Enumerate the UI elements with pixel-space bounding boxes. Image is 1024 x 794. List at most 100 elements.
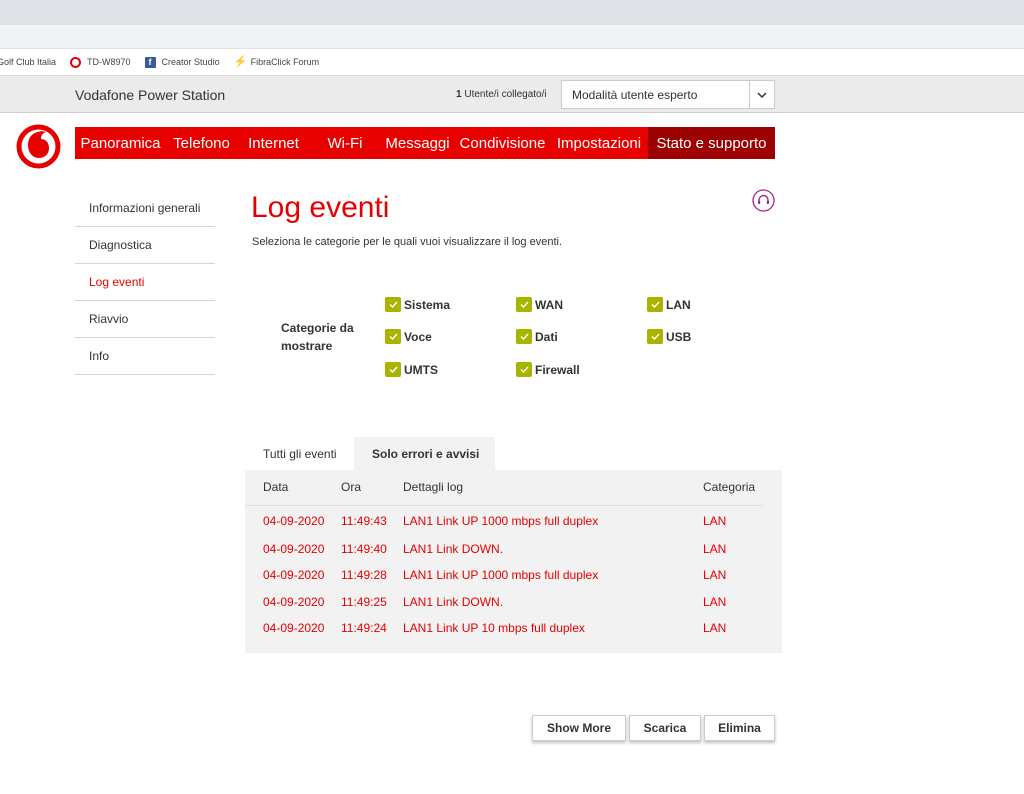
checkbox-wan[interactable]: WAN [516, 297, 563, 312]
bookmark-label: Creator Studio [161, 57, 220, 67]
cell-date: 04-09-2020 [263, 595, 325, 609]
show-more-button[interactable]: Show More [532, 715, 626, 741]
nav-internet[interactable]: Internet [237, 127, 310, 159]
browser-tab-strip [0, 0, 1024, 25]
nav-impostazioni[interactable]: Impostazioni [550, 127, 648, 159]
brand-title: Vodafone Power Station [75, 87, 226, 103]
checkbox-umts[interactable]: UMTS [385, 362, 438, 377]
page-title: Log eventi [251, 191, 390, 224]
users-count: 1 [456, 89, 462, 100]
checkbox-label: Sistema [404, 297, 451, 312]
cell-details: LAN1 Link DOWN. [403, 542, 504, 556]
main-nav: Panoramica Telefono Internet Wi-Fi Messa… [75, 127, 775, 159]
sidebar-item-riavvio[interactable]: Riavvio [75, 301, 215, 338]
bolt-icon: ⚡ [233, 55, 248, 68]
checkmark-icon[interactable] [647, 297, 663, 312]
checkmark-icon[interactable] [516, 362, 532, 377]
support-headset-icon[interactable] [752, 189, 775, 212]
table-row: 04-09-2020 11:49:24 LAN1 Link UP 10 mbps… [245, 621, 782, 641]
mode-select[interactable]: Modalità utente esperto [561, 80, 775, 109]
column-header-time[interactable]: Ora [341, 480, 361, 494]
checkbox-sistema[interactable]: Sistema [385, 297, 450, 312]
sidebar: Informazioni generali Diagnostica Log ev… [75, 190, 215, 375]
table-row: 04-09-2020 11:49:25 LAN1 Link DOWN. LAN [245, 595, 782, 615]
vodafone-logo[interactable] [16, 124, 61, 169]
mode-select-value: Modalità utente esperto [572, 87, 698, 102]
bookmark-creator-studio[interactable]: f Creator Studio [144, 56, 220, 68]
download-button[interactable]: Scarica [629, 715, 701, 741]
checkmark-icon[interactable] [385, 297, 401, 312]
log-tabs: Tutti gli eventi Solo errori e avvisi [245, 437, 495, 470]
checkmark-icon[interactable] [647, 329, 663, 344]
cell-category: LAN [703, 621, 727, 635]
cell-time: 11:49:43 [341, 514, 387, 528]
checkbox-label: Firewall [535, 362, 580, 377]
column-header-details[interactable]: Dettagli log [403, 480, 463, 494]
column-header-category[interactable]: Categoria [703, 480, 755, 494]
nav-condivisione[interactable]: Condivisione [455, 127, 550, 159]
tab-solo-errori-e-avvisi[interactable]: Solo errori e avvisi [354, 437, 495, 470]
checkbox-label: Dati [535, 329, 558, 344]
users-label: Utente/i collegato/i [464, 89, 547, 100]
checkbox-voce[interactable]: Voce [385, 329, 432, 344]
cell-details: LAN1 Link UP 1000 mbps full duplex [403, 514, 599, 528]
cell-time: 11:49:28 [341, 568, 387, 582]
page-subtitle: Seleziona le categorie per le quali vuoi… [252, 236, 563, 248]
top-bar: Vodafone Power Station 1 Utente/i colleg… [0, 75, 1024, 113]
cell-category: LAN [703, 568, 727, 582]
nav-stato-e-supporto[interactable]: Stato e supporto [648, 127, 775, 159]
checkmark-icon[interactable] [385, 329, 401, 344]
checkbox-label: USB [666, 329, 692, 344]
cell-date: 04-09-2020 [263, 568, 325, 582]
cell-date: 04-09-2020 [263, 621, 325, 635]
bookmark-td-w8970[interactable]: TD-W8970 [70, 56, 131, 68]
checkmark-icon[interactable] [385, 362, 401, 377]
cell-time: 11:49:25 [341, 595, 387, 609]
nav-telefono[interactable]: Telefono [166, 127, 237, 159]
checkbox-dati[interactable]: Dati [516, 329, 558, 344]
table-row: 04-09-2020 11:49:43 LAN1 Link UP 1000 mb… [245, 514, 782, 534]
connected-users: 1 Utente/i collegato/i [456, 89, 547, 100]
table-header: Data Ora Dettagli log Categoria [245, 470, 763, 506]
chevron-down-icon[interactable] [749, 81, 774, 108]
sidebar-item-log-eventi[interactable]: Log eventi [75, 264, 215, 301]
tab-tutti-gli-eventi[interactable]: Tutti gli eventi [245, 437, 354, 470]
bookmark-label: FibraClick Forum [250, 57, 320, 67]
nav-messaggi[interactable]: Messaggi [380, 127, 455, 159]
bookmark-fibraclick[interactable]: ⚡ FibraClick Forum [233, 55, 320, 68]
checkbox-label: UMTS [404, 362, 438, 377]
log-table: Data Ora Dettagli log Categoria 04-09-20… [245, 470, 782, 653]
checkbox-firewall[interactable]: Firewall [516, 362, 580, 377]
sidebar-item-info[interactable]: Info [75, 338, 215, 375]
cell-time: 11:49:40 [341, 542, 387, 556]
checkmark-icon[interactable] [516, 297, 532, 312]
column-header-date[interactable]: Data [263, 480, 288, 494]
bookmark-golf-club[interactable]: Golf Club Italia [0, 57, 56, 67]
browser-toolbar [0, 25, 1024, 49]
table-row: 04-09-2020 11:49:28 LAN1 Link UP 1000 mb… [245, 568, 782, 588]
categories-label: Categorie da mostrare [281, 321, 354, 353]
cell-details: LAN1 Link UP 1000 mbps full duplex [403, 568, 599, 582]
checkmark-icon[interactable] [516, 329, 532, 344]
delete-button[interactable]: Elimina [704, 715, 775, 741]
cell-date: 04-09-2020 [263, 542, 325, 556]
nav-panoramica[interactable]: Panoramica [75, 127, 166, 159]
checkbox-lan[interactable]: LAN [647, 297, 691, 312]
nav-wifi[interactable]: Wi-Fi [310, 127, 380, 159]
table-row: 04-09-2020 11:49:40 LAN1 Link DOWN. LAN [245, 542, 782, 562]
facebook-icon: f [144, 56, 156, 68]
cell-date: 04-09-2020 [263, 514, 325, 528]
cell-category: LAN [703, 542, 727, 556]
bookmark-label: Golf Club Italia [0, 57, 57, 67]
cell-category: LAN [703, 595, 727, 609]
cell-time: 11:49:24 [341, 621, 387, 635]
checkbox-label: WAN [535, 297, 563, 312]
checkbox-usb[interactable]: USB [647, 329, 691, 344]
sidebar-item-diagnostica[interactable]: Diagnostica [75, 227, 215, 264]
sidebar-item-informazioni-generali[interactable]: Informazioni generali [75, 190, 215, 227]
bookmark-label: TD-W8970 [87, 57, 131, 67]
checkbox-label: LAN [666, 297, 691, 312]
vodafone-icon [70, 56, 82, 68]
cell-details: LAN1 Link DOWN. [403, 595, 504, 609]
bookmarks-bar: Golf Club Italia TD-W8970 f Creator Stud… [0, 49, 1024, 75]
